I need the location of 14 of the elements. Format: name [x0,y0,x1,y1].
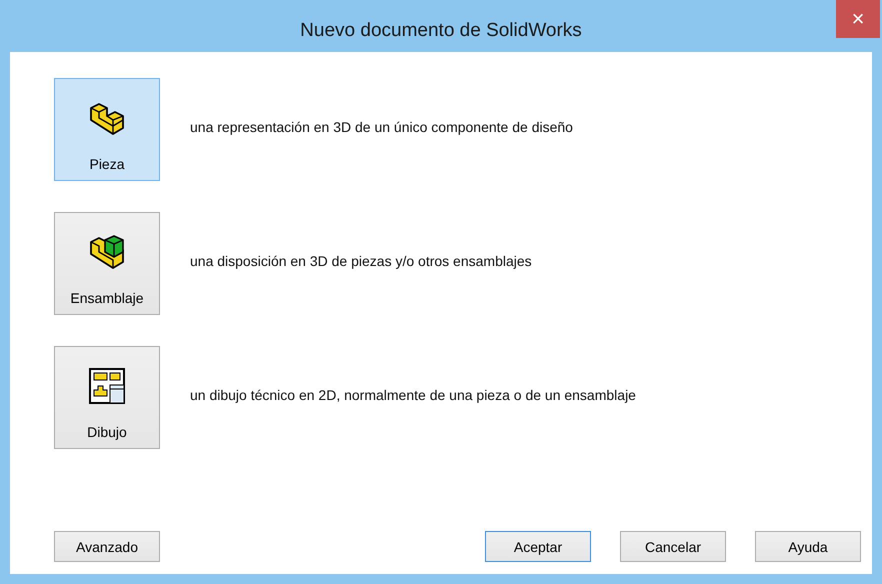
document-type-button[interactable]: Ensamblaje [54,212,160,315]
dialog-button[interactable]: Aceptar [485,531,591,562]
advanced-button[interactable]: Avanzado [54,531,160,562]
document-type-button[interactable]: Dibujo [54,346,160,449]
dialog-button[interactable]: Cancelar [620,531,726,562]
document-type-description: una representación en 3D de un único componente de diseño [190,119,573,135]
close-button[interactable]: × [836,0,880,38]
window-title: Nuevo documento de SolidWorks [300,19,582,42]
document-type-description: una disposición en 3D de piezas y/o otros ensamblajes [190,253,532,269]
document-type-description: un dibujo técnico en 2D, normalmente de una pieza o de un ensamblaje [190,387,636,403]
document-type-button[interactable]: Pieza [54,78,160,181]
dialog-button[interactable]: Ayuda [755,531,861,562]
block-icon [87,232,127,272]
drawing-sheet-icon [87,366,127,406]
